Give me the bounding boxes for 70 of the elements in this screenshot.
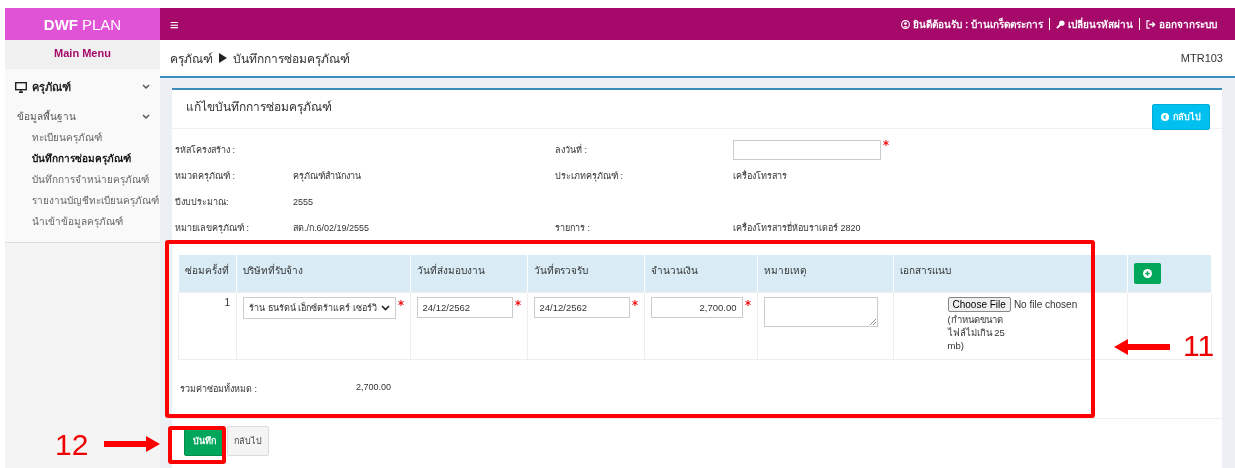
chevron-icon <box>142 113 150 120</box>
logout-link[interactable]: ออกจากระบบ <box>1140 16 1223 32</box>
monitor-icon <box>15 81 27 93</box>
change-password-link[interactable]: เปลี่ยนรหัสผ่าน <box>1050 16 1139 32</box>
file-hint: (กำหนดขนาดไฟล์ไม่เกิน 25 mb) <box>947 314 1006 353</box>
breadcrumb-item[interactable]: ครุภัณฑ์ <box>170 48 213 68</box>
total-label: รวมค่าซ่อมทั้งหมด : <box>180 382 258 396</box>
file-status: No file chosen <box>1013 299 1078 310</box>
field-label: หมวดครุภัณฑ์ : <box>175 170 236 184</box>
sidebar-item[interactable]: ทะเบียนครุภัณฑ์ <box>5 127 160 148</box>
required-icon <box>744 300 751 306</box>
back-button[interactable]: กลับไป <box>227 426 269 456</box>
column-header: เอกสารแนบ <box>893 255 1127 293</box>
field-label: หมายเลขครุภัณฑ์ : <box>175 222 250 236</box>
sidebar-item[interactable]: บันทึกการซ่อมครุภัณฑ์ <box>5 148 160 169</box>
field-value: สต./ก.6/02/19/2555 <box>293 222 371 235</box>
date-field[interactable]: 24/12/2562 <box>533 297 630 318</box>
date-field[interactable]: 24/12/2562 <box>416 297 513 318</box>
sidebar-item[interactable]: รายงานบัญชีทะเบียนครุภัณฑ์ <box>5 190 160 211</box>
required-icon <box>631 300 638 306</box>
sidebar-subgroup[interactable]: ข้อมูลพื้นฐาน <box>5 99 160 127</box>
field-value: เครื่องโทรสารยี่ห้อบราเดอร์ 2820 <box>733 221 862 235</box>
back-icon <box>1161 113 1169 121</box>
column-header: วันที่ส่งมอบงาน <box>410 255 527 293</box>
sidebar-item[interactable]: นำเข้าข้อมูลครุภัณฑ์ <box>5 211 160 232</box>
sidebar-item[interactable]: บันทึกการจำหน่ายครุภัณฑ์ <box>5 169 160 190</box>
breadcrumb-item: บันทึกการซ่อมครุภัณฑ์ <box>233 50 350 68</box>
card-title: แก้ไขบันทึกการซ่อมครุภัณฑ์ <box>186 99 332 116</box>
field-label: ลงวันที่ : <box>555 143 588 157</box>
logout-icon <box>1146 19 1156 29</box>
highlight-frame <box>168 426 226 464</box>
field-value: 2555 <box>293 196 315 209</box>
page-code: MTR103 <box>1180 52 1223 64</box>
arrow-icon <box>104 436 160 452</box>
company-select[interactable]: ร้าน ธนรัตน์ เอ็กซ์ตร้าแคร์ เซอร์วิ <box>243 297 396 319</box>
plus-icon <box>1142 269 1152 278</box>
date-field[interactable] <box>733 140 881 160</box>
table-cell: 1 <box>224 297 230 308</box>
column-header: ซ่อมครั้งที่ <box>178 255 237 293</box>
add-button[interactable] <box>1133 263 1161 284</box>
menu-icon[interactable]: ≡ <box>170 16 179 32</box>
field-label: รหัสโครงสร้าง : <box>175 144 236 157</box>
chevron-icon <box>380 305 390 311</box>
note-field[interactable] <box>763 297 878 327</box>
total-value: 2,700.00 <box>356 382 392 394</box>
app-logo: DWF PLAN <box>5 8 160 40</box>
required-icon <box>397 300 404 306</box>
arrow-icon <box>1114 339 1170 355</box>
column-header: บริษัทที่รับจ้าง <box>236 255 410 293</box>
field-value: เครื่องโทรสาร <box>733 169 788 183</box>
field-label: ประเภทครุภัณฑ์ : <box>555 170 624 184</box>
user-link[interactable]: ยินดีต้อนรับ : บ้านเกร็ดตระการ <box>895 16 1049 32</box>
sidebar-group[interactable]: ครุภัณฑ์ <box>5 75 160 99</box>
sidebar-title: Main Menu <box>5 40 160 69</box>
field-label: รายการ : <box>555 222 591 235</box>
required-icon <box>514 300 521 306</box>
column-header: หมายเหตุ <box>757 255 893 293</box>
column-header: จำนวนเงิน <box>644 255 757 293</box>
choose-file-button[interactable]: Choose File <box>947 297 1011 312</box>
field-label: ปีงบประมาณ: <box>175 196 230 209</box>
resize-icon <box>869 319 876 325</box>
chevron-icon <box>142 84 150 90</box>
annotation-number: 11 <box>1183 331 1215 361</box>
field-value: ครุภัณฑ์สำนักงาน <box>293 170 362 184</box>
user-icon <box>901 19 911 29</box>
triangle-icon <box>219 53 227 63</box>
amount-field[interactable]: 2,700.00 <box>650 297 743 318</box>
column-header: วันที่ตรวจรับ <box>527 255 644 293</box>
annotation-number: 12 <box>55 430 89 460</box>
key-icon <box>1056 19 1065 29</box>
